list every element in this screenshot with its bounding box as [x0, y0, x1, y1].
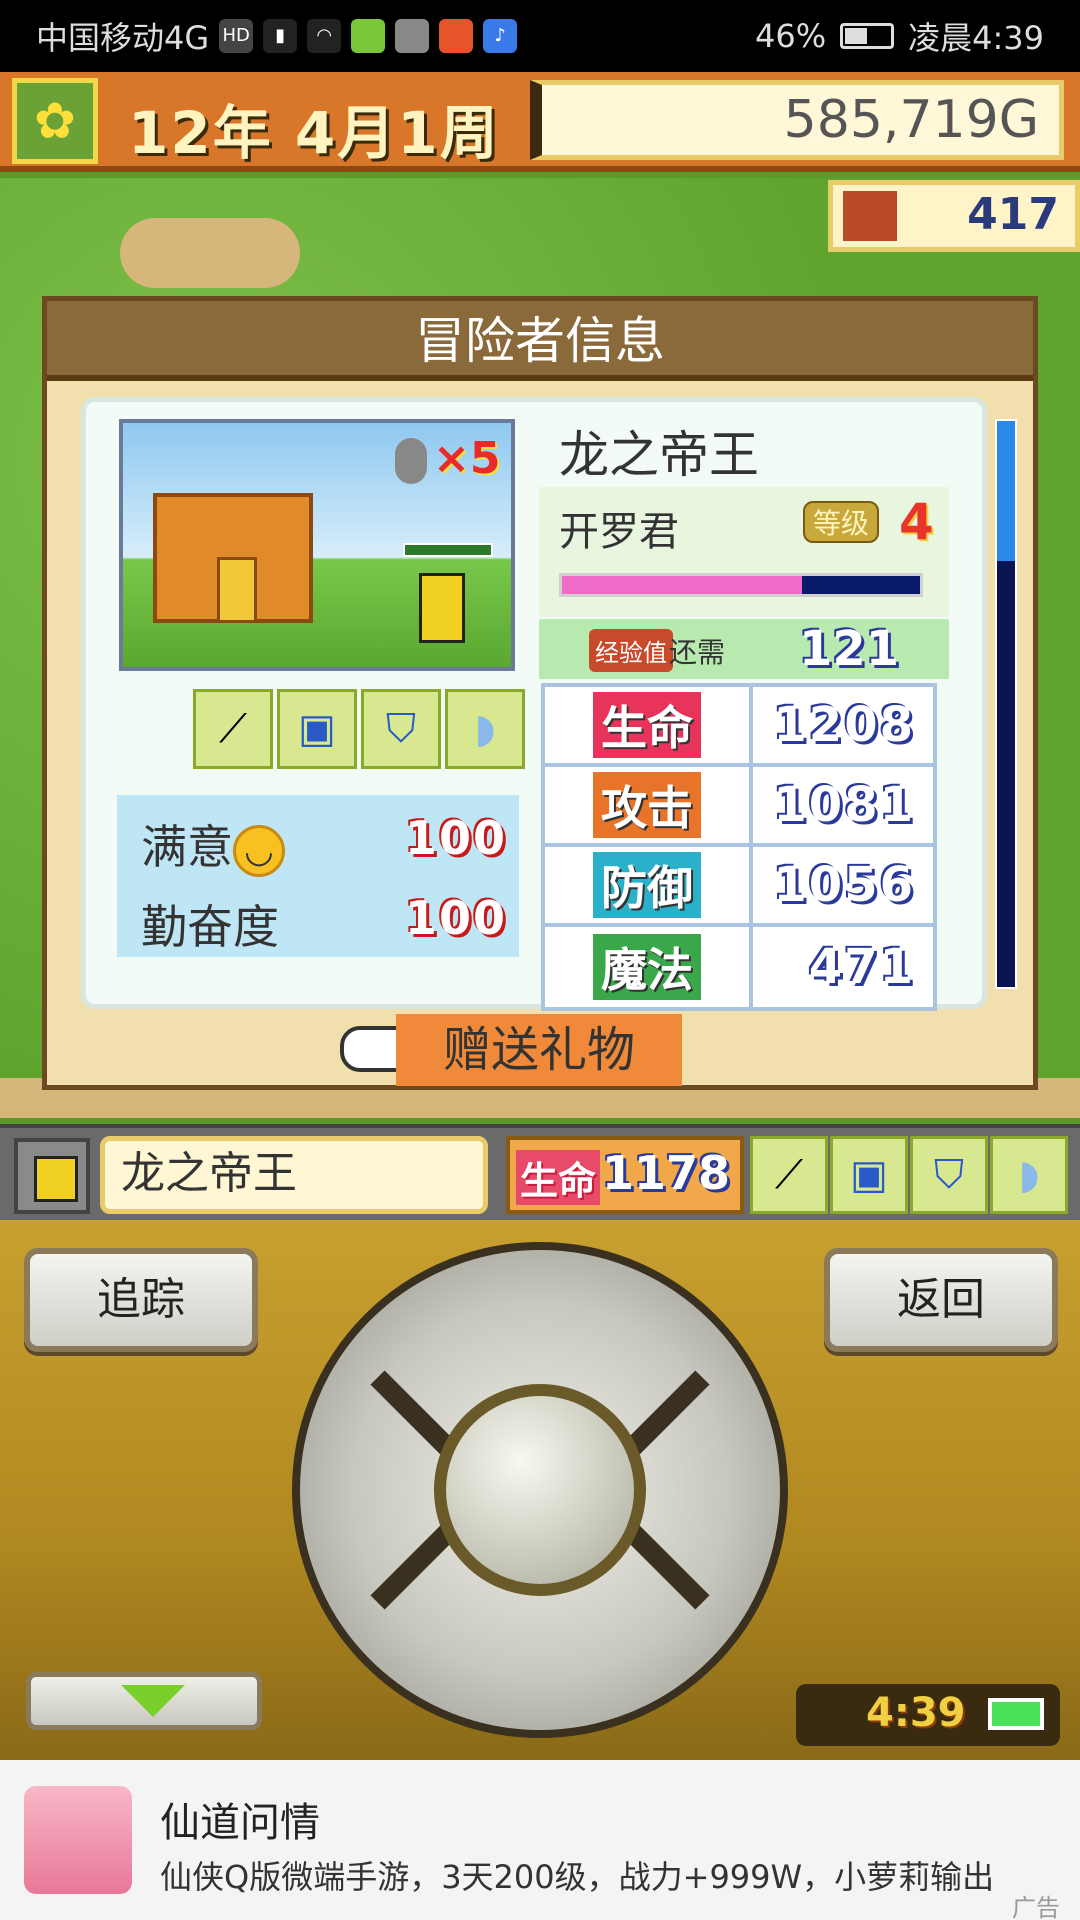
- stat-row: 魔法 471: [545, 927, 933, 1007]
- ad-app-icon[interactable]: [24, 1786, 132, 1894]
- diligence-value: 100: [405, 891, 508, 945]
- battery-percent: 46%: [755, 17, 827, 55]
- level-badge: 等级: [803, 501, 879, 543]
- adventurer-sprite: [419, 573, 465, 643]
- population-value: 417: [967, 189, 1059, 240]
- wifi-icon: ◠: [307, 19, 342, 53]
- ad-title[interactable]: 仙道问情: [160, 1790, 320, 1848]
- news-notif-icon: [439, 19, 474, 53]
- hd-icon: HD: [219, 19, 254, 53]
- equipment-slots: ⟋ ▣ ⛉ ◗: [193, 689, 525, 769]
- adventurer-strip: 龙之帝王 生命 1178 ⟋ ▣ ⛉ ◗: [0, 1124, 1080, 1220]
- stat-row: 防御 1056: [545, 847, 933, 927]
- accessory-icon[interactable]: ◗: [445, 689, 525, 769]
- accessory-icon: ◗: [990, 1136, 1068, 1214]
- game-date: 12年 4月1周: [128, 99, 500, 167]
- satisfaction-label: 满意: [141, 820, 233, 874]
- strip-hp-label: 生命: [516, 1150, 601, 1205]
- adventurer-scene: ×5: [119, 419, 515, 671]
- adventurer-details: 龙之帝王 开罗君 等级 4 经验值 还需 121: [539, 421, 949, 679]
- flower-icon[interactable]: ✿: [12, 78, 98, 164]
- strip-equipment: ⟋ ▣ ⛉ ◗: [750, 1136, 1068, 1214]
- shield-notif-icon: [395, 19, 430, 53]
- exp-bar: [559, 573, 923, 597]
- stat-value-attack: 1081: [773, 777, 915, 833]
- clock-text: 凌晨4:39: [908, 19, 1044, 57]
- give-gift-button[interactable]: 赠送礼物: [396, 1014, 682, 1086]
- ad-tag: 广告: [1012, 1894, 1060, 1920]
- medal-icon: [395, 438, 427, 484]
- stats-table: 生命 1208 攻击 1081 防御 1056 魔法 471: [541, 683, 937, 1011]
- ad-description[interactable]: 仙侠Q版微端手游，3天200级，战力+999W，小萝莉输出: [160, 1852, 1060, 1898]
- signal-icon: ▮: [263, 19, 298, 53]
- diligence-label: 勤奋度: [141, 900, 279, 954]
- dpad-center-button[interactable]: [434, 1384, 646, 1596]
- strip-hp-box: 生命 1178: [506, 1136, 744, 1214]
- stat-label-magic: 魔法: [545, 927, 753, 1007]
- shield-icon[interactable]: ⛉: [361, 689, 441, 769]
- scene-hp-bar: [403, 543, 493, 557]
- exp-need-value: 121: [799, 621, 900, 677]
- battery-icon: [840, 23, 895, 49]
- strip-adventurer-name[interactable]: 龙之帝王: [100, 1136, 488, 1214]
- satisfaction-row: 满意 ◡ 100: [141, 811, 505, 877]
- shield-icon: ⛉: [910, 1136, 988, 1214]
- diligence-row: 勤奋度 100: [141, 891, 505, 957]
- stat-value-hp: 1208: [773, 697, 915, 753]
- stat-row: 攻击 1081: [545, 767, 933, 847]
- mood-box: 满意 ◡ 100 勤奋度 100: [117, 795, 519, 957]
- house-icon: [843, 191, 897, 241]
- stat-row: 生命 1208: [545, 687, 933, 767]
- game-clock: 4:39: [796, 1684, 1060, 1746]
- satisfaction-value: 100: [405, 811, 508, 865]
- level-value: 4: [899, 493, 934, 551]
- exp-badge: 经验值: [589, 629, 673, 672]
- strip-hp-value: 1178: [602, 1146, 731, 1200]
- smile-icon: ◡: [233, 824, 285, 877]
- adventurer-name: 龙之帝王: [559, 426, 759, 484]
- exp-need-row: 经验值 还需 121: [539, 619, 949, 679]
- game-clock-time: 4:39: [866, 1690, 966, 1736]
- ad-banner[interactable]: 仙道问情 仙侠Q版微端手游，3天200级，战力+999W，小萝莉输出 广告: [0, 1760, 1080, 1920]
- panel-scrollbar[interactable]: [995, 419, 1017, 989]
- inn-building-icon: [153, 493, 313, 623]
- spear-icon: ⟋: [750, 1136, 828, 1214]
- stat-label-defense: 防御: [545, 847, 753, 923]
- exp-need-label: 还需: [669, 636, 726, 669]
- stat-label-attack: 攻击: [545, 767, 753, 843]
- gold-display: 585,719G: [530, 80, 1064, 160]
- collapse-button[interactable]: [26, 1672, 262, 1730]
- app-notif-icon: [351, 19, 386, 53]
- battery-icon: [988, 1698, 1044, 1730]
- music-notif-icon: ♪: [483, 19, 518, 53]
- status-bar: 中国移动4G HD ▮ ◠ ♪ 46% 凌晨4:39: [0, 0, 1080, 72]
- panel-title: 冒险者信息: [47, 301, 1033, 381]
- scrollbar-thumb[interactable]: [997, 421, 1015, 561]
- directional-pad[interactable]: [292, 1242, 788, 1738]
- back-button[interactable]: 返回: [824, 1248, 1058, 1352]
- job-name: 开罗君: [559, 509, 679, 555]
- medal-count: ×5: [395, 433, 500, 484]
- spear-icon[interactable]: ⟋: [193, 689, 273, 769]
- job-box: 开罗君 等级 4: [539, 487, 949, 617]
- population-display: 417: [828, 180, 1080, 252]
- armor-icon[interactable]: ▣: [277, 689, 357, 769]
- stat-value-magic: 471: [808, 939, 915, 995]
- track-button[interactable]: 追踪: [24, 1248, 258, 1352]
- stat-label-hp: 生命: [545, 687, 753, 763]
- carrier-label: 中国移动4G: [36, 19, 210, 57]
- down-arrow-icon: [121, 1685, 185, 1717]
- armor-icon: ▣: [830, 1136, 908, 1214]
- exp-bar-fill: [562, 576, 802, 594]
- adventurer-info-panel: 冒险者信息 ×5 ⟋ ▣ ⛉ ◗ 满意 ◡ 100 勤奋度 100 龙之帝王 开罗…: [42, 296, 1038, 1090]
- stat-value-defense: 1056: [773, 857, 915, 913]
- adventurer-portrait[interactable]: [14, 1138, 90, 1214]
- game-top-bar: ✿ 12年 4月1周 585,719G: [0, 72, 1080, 172]
